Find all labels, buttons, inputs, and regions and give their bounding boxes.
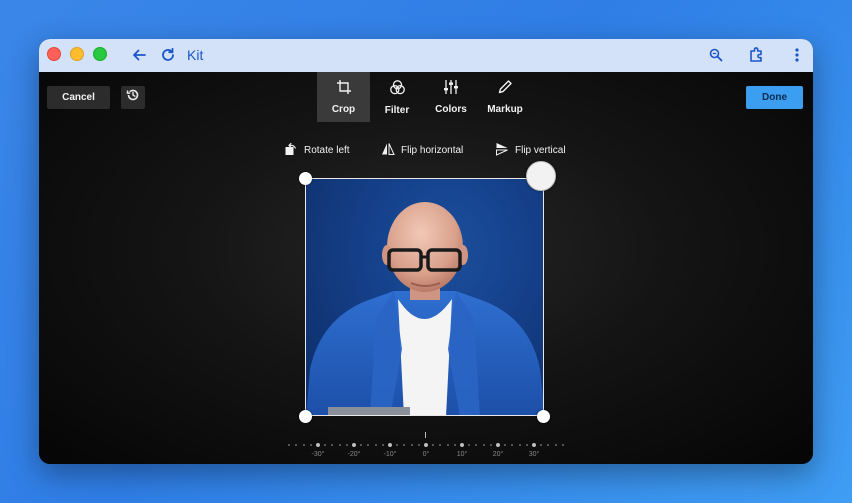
ruler-minor-tick bbox=[453, 444, 456, 446]
ruler-tick-label: 10° bbox=[456, 451, 468, 458]
ruler-minor-tick bbox=[518, 444, 521, 446]
app-window: Kit Cancel Done Crop Filter Colors Marku… bbox=[39, 39, 813, 464]
ruler-tick-label: -30° bbox=[311, 451, 325, 458]
more-options-icon[interactable] bbox=[787, 45, 807, 65]
crop-image[interactable] bbox=[305, 178, 544, 416]
extensions-icon[interactable] bbox=[747, 45, 767, 65]
rotate-left-button[interactable]: Rotate left bbox=[284, 141, 350, 159]
ruler-tick-label: 20° bbox=[492, 451, 504, 458]
maximize-window-button[interactable] bbox=[93, 47, 107, 61]
crop-handle-bottom-right[interactable] bbox=[537, 410, 550, 423]
done-button[interactable]: Done bbox=[746, 86, 803, 109]
back-arrow-icon[interactable] bbox=[129, 45, 149, 65]
ruler-major-tick bbox=[460, 443, 464, 447]
ruler-major-tick bbox=[532, 443, 536, 447]
minimize-window-button[interactable] bbox=[70, 47, 84, 61]
ruler-tick-label: -10° bbox=[383, 451, 397, 458]
ruler-minor-tick bbox=[295, 444, 298, 446]
image-editor: Cancel Done Crop Filter Colors Markup Ro… bbox=[39, 72, 813, 464]
flip-horizontal-button[interactable]: Flip horizontal bbox=[381, 142, 463, 159]
crop-handle-top-left[interactable] bbox=[299, 172, 312, 185]
ruler-minor-tick bbox=[302, 444, 305, 446]
tab-colors[interactable]: Colors bbox=[424, 72, 478, 122]
pen-icon bbox=[497, 79, 513, 100]
ruler-major-tick bbox=[352, 443, 356, 447]
tab-markup-label: Markup bbox=[487, 104, 523, 115]
title-bar: Kit bbox=[39, 39, 813, 72]
cancel-button[interactable]: Cancel bbox=[47, 86, 110, 109]
portrait-photo bbox=[306, 202, 543, 415]
ruler-minor-tick bbox=[446, 444, 449, 446]
ruler-minor-tick bbox=[489, 444, 492, 446]
ruler-tick-label: 0° bbox=[422, 451, 430, 458]
rotate-left-icon bbox=[284, 141, 304, 159]
ruler-major-tick bbox=[424, 443, 428, 447]
ruler-minor-tick bbox=[432, 444, 435, 446]
rotation-ruler[interactable]: -30° -20° -10° 0° 10° 20° 30° bbox=[276, 432, 576, 462]
flip-vertical-label: Flip vertical bbox=[515, 144, 566, 156]
flip-vertical-icon bbox=[495, 142, 515, 159]
tab-crop-label: Crop bbox=[331, 104, 356, 115]
tab-crop[interactable]: Crop bbox=[317, 72, 370, 122]
reload-icon[interactable] bbox=[158, 45, 178, 65]
ruler-minor-tick bbox=[504, 444, 507, 446]
editor-tabs: Crop Filter Colors Markup bbox=[317, 72, 532, 122]
crop-icon bbox=[336, 79, 352, 100]
ruler-minor-tick bbox=[511, 444, 514, 446]
ruler-tick-label: -20° bbox=[347, 451, 361, 458]
ruler-minor-tick bbox=[540, 444, 543, 446]
ruler-minor-tick bbox=[525, 444, 528, 446]
crop-handle-top-right[interactable] bbox=[526, 161, 556, 191]
ruler-minor-tick bbox=[475, 444, 478, 446]
ruler-minor-tick bbox=[554, 444, 557, 446]
rotate-left-label: Rotate left bbox=[304, 144, 350, 156]
ruler-minor-tick bbox=[439, 444, 442, 446]
history-icon bbox=[126, 88, 140, 107]
close-window-button[interactable] bbox=[47, 47, 61, 61]
ruler-minor-tick bbox=[324, 444, 327, 446]
zoom-icon[interactable] bbox=[706, 45, 726, 65]
ruler-minor-tick bbox=[345, 444, 348, 446]
ruler-minor-tick bbox=[338, 444, 341, 446]
ruler-minor-tick bbox=[309, 444, 312, 446]
ruler-minor-tick bbox=[417, 444, 420, 446]
ruler-minor-tick bbox=[367, 444, 370, 446]
ruler-minor-tick bbox=[288, 444, 291, 446]
ruler-minor-tick bbox=[381, 444, 384, 446]
tab-markup[interactable]: Markup bbox=[478, 72, 532, 122]
ruler-major-tick bbox=[496, 443, 500, 447]
ruler-tick-label: 30° bbox=[528, 451, 540, 458]
ruler-minor-tick bbox=[403, 444, 406, 446]
ruler-minor-tick bbox=[331, 444, 334, 446]
sliders-icon bbox=[443, 79, 459, 100]
ruler-minor-tick bbox=[374, 444, 377, 446]
ruler-major-tick bbox=[388, 443, 392, 447]
ruler-minor-tick bbox=[468, 444, 471, 446]
ruler-minor-tick bbox=[396, 444, 399, 446]
window-title: Kit bbox=[187, 47, 204, 63]
tab-filter[interactable]: Filter bbox=[370, 72, 424, 122]
filter-icon bbox=[389, 79, 406, 101]
ruler-center-marker bbox=[425, 432, 426, 438]
ruler-minor-tick bbox=[482, 444, 485, 446]
history-button[interactable] bbox=[121, 86, 145, 109]
ruler-minor-tick bbox=[410, 444, 413, 446]
flip-vertical-button[interactable]: Flip vertical bbox=[495, 142, 566, 159]
flip-horizontal-icon bbox=[381, 142, 401, 159]
flip-horizontal-label: Flip horizontal bbox=[401, 144, 464, 156]
crop-handle-bottom-left[interactable] bbox=[299, 410, 312, 423]
tab-filter-label: Filter bbox=[384, 104, 410, 116]
ruler-major-tick bbox=[316, 443, 320, 447]
ruler-minor-tick bbox=[561, 444, 564, 446]
tab-colors-label: Colors bbox=[435, 104, 467, 115]
ruler-minor-tick bbox=[360, 444, 363, 446]
ruler-minor-tick bbox=[547, 444, 550, 446]
